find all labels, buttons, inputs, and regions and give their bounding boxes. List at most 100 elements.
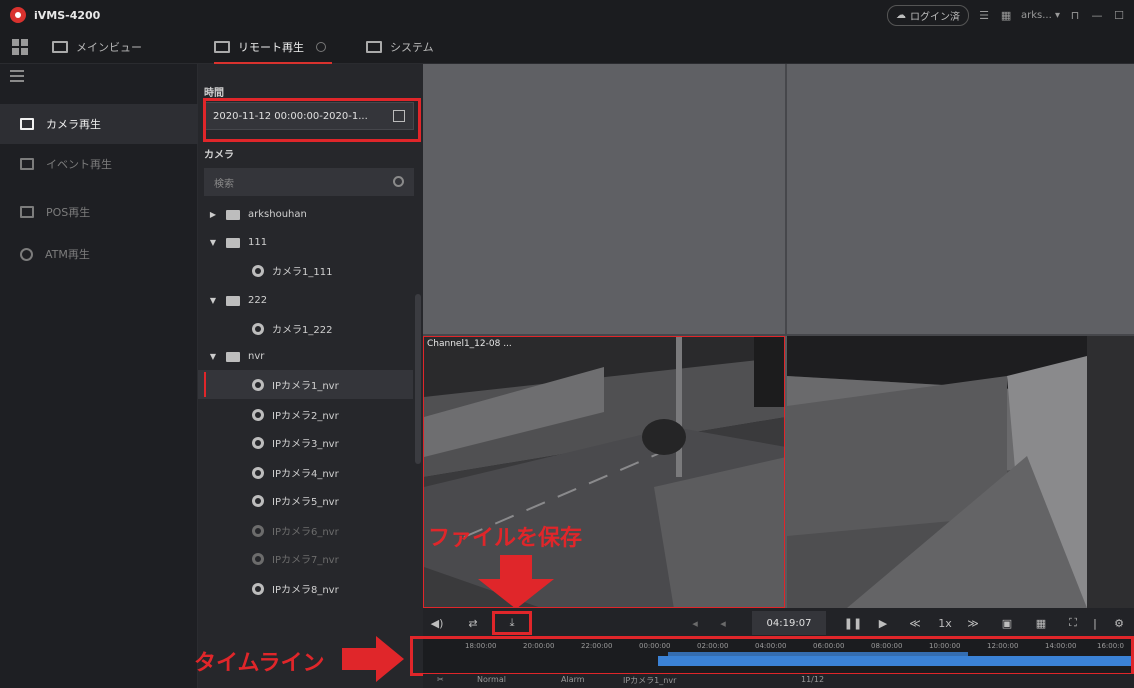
camera1-label: Channel1_12-08 ... (427, 339, 512, 349)
tree-label: IPカメラ2_nvr (272, 411, 339, 422)
tree-camera[interactable]: IPカメラ8_nvr (198, 574, 413, 603)
time-section-label: 時間 (204, 88, 224, 99)
timeline-annotation: タイムライン (194, 651, 325, 676)
caret-down-icon[interactable]: ▼ (208, 296, 218, 305)
adjust-icon[interactable]: ⇄ (466, 616, 480, 630)
tree-camera[interactable]: カメラ1_222 (198, 314, 413, 343)
speed-label: 1x (938, 616, 952, 630)
nav-item-camera-playback[interactable]: カメラ再生 (0, 104, 198, 144)
camera-icon (252, 264, 264, 277)
list-icon[interactable]: ☰ (977, 9, 991, 23)
slow-icon[interactable]: ≪ (908, 616, 922, 630)
tree-camera[interactable]: IPカメラ3_nvr (198, 428, 413, 457)
rewind-icon[interactable]: ◂ (716, 616, 730, 630)
prev-frame-icon[interactable]: ◂ (688, 616, 702, 630)
cut-icon[interactable]: ✂ (437, 675, 444, 684)
tile-divider (785, 64, 787, 336)
caret-down-icon[interactable]: ▼ (208, 238, 218, 247)
playback-icon (214, 41, 230, 53)
play-icon[interactable]: ▶ (876, 616, 890, 630)
video-tile-empty[interactable] (787, 64, 1134, 334)
save-button-highlight (492, 611, 532, 635)
video-tile-camera2[interactable] (787, 336, 1134, 608)
close-tab-icon[interactable] (316, 42, 326, 52)
tab-remote-playback[interactable]: リモート再生 (214, 30, 332, 64)
tree-camera-offline[interactable]: IPカメラ6_nvr (198, 516, 413, 545)
tree-label: nvr (248, 351, 265, 362)
tree-label: IPカメラ8_nvr (272, 585, 339, 596)
tab-system[interactable]: システム (366, 30, 434, 64)
layout-icon[interactable]: ▦ (999, 9, 1013, 23)
tree-label: 222 (248, 295, 268, 306)
search-input[interactable]: 検索 (204, 168, 414, 196)
tree-group-111[interactable]: ▼ 111 (198, 228, 413, 257)
system-icon (366, 41, 382, 53)
tree-label: IPカメラ1_nvr (272, 381, 339, 392)
fast-icon[interactable]: ≫ (966, 616, 980, 630)
menu-toggle-icon[interactable] (10, 70, 24, 82)
tree-camera[interactable]: IPカメラ5_nvr (198, 486, 413, 515)
maximize-button[interactable]: ☐ (1112, 9, 1126, 23)
pause-icon[interactable]: ❚❚ (844, 616, 862, 630)
folder-icon (226, 295, 240, 306)
caret-down-icon[interactable]: ▼ (208, 352, 218, 361)
titlebar-controls: ☁ ログイン済 ☰ ▦ arks... ▾ ⊓ — ☐ (887, 5, 1126, 26)
nav-label: カメラ再生 (46, 118, 101, 131)
tree-label: arkshouhan (248, 209, 307, 220)
tree-group-nvr[interactable]: ▼ nvr (198, 342, 413, 371)
multi-window-icon[interactable]: ▦ (1034, 616, 1048, 630)
legend-alarm: Alarm (561, 675, 585, 684)
timeline-date: 11/12 (801, 675, 825, 684)
pos-icon (20, 206, 34, 218)
volume-icon[interactable]: ◀) (430, 616, 444, 630)
title-bar: iVMS-4200 ☁ ログイン済 ☰ ▦ arks... ▾ ⊓ — ☐ (0, 0, 1134, 30)
tree-camera[interactable]: カメラ1_111 (198, 256, 413, 285)
camera-icon (252, 322, 264, 335)
tree-label: カメラ1_111 (272, 267, 333, 278)
camera-icon (252, 466, 264, 479)
search-icon[interactable] (393, 176, 404, 187)
camera-icon (252, 436, 264, 449)
timeline-legend: ✂ Normal Alarm IPカメラ1_nvr 11/12 (423, 674, 1134, 688)
tree-group-arkshouhan[interactable]: ▶ arkshouhan (198, 200, 413, 229)
camera-icon (252, 378, 264, 391)
caret-right-icon[interactable]: ▶ (208, 210, 218, 219)
panel-scrollbar[interactable] (415, 294, 421, 464)
control-panel-icon[interactable] (12, 39, 28, 55)
tree-camera[interactable]: IPカメラ4_nvr (198, 458, 413, 487)
nav-item-pos-playback[interactable]: POS再生 (0, 192, 198, 232)
save-file-annotation: ファイルを保存 (428, 526, 583, 551)
tree-camera[interactable]: IPカメラ2_nvr (198, 400, 413, 429)
legend-camera: IPカメラ1_nvr (623, 676, 677, 685)
fullscreen-icon[interactable]: ⛶ (1066, 616, 1080, 630)
user-menu[interactable]: arks... ▾ (1021, 10, 1060, 21)
login-status-label: ログイン済 (910, 12, 961, 23)
monitor-icon (52, 41, 68, 53)
tree-group-222[interactable]: ▼ 222 (198, 286, 413, 315)
app-title: iVMS-4200 (34, 8, 101, 22)
cloud-icon: ☁ (896, 10, 907, 21)
tree-label: IPカメラ6_nvr (272, 527, 339, 538)
tab-main-view[interactable]: メインビュー (52, 30, 142, 64)
camera-icon (252, 408, 264, 421)
nav-item-event-playback[interactable]: イベント再生 (0, 144, 198, 184)
playback-time: 04:19:07 (752, 611, 826, 635)
nav-item-atm-playback[interactable]: ATM再生 (0, 234, 198, 274)
minimize-button[interactable]: — (1090, 9, 1104, 23)
tab-label: メインビュー (76, 41, 142, 54)
login-status-button[interactable]: ☁ ログイン済 (887, 5, 970, 26)
video-tile-empty[interactable] (423, 64, 785, 334)
tree-camera-selected[interactable]: IPカメラ1_nvr (198, 370, 413, 399)
tree-label: IPカメラ5_nvr (272, 497, 339, 508)
tree-camera-offline[interactable]: IPカメラ7_nvr (198, 544, 413, 573)
lock-icon[interactable]: ⊓ (1068, 9, 1082, 23)
legend-normal: Normal (477, 675, 506, 684)
arrow-right-annotation (342, 636, 404, 682)
tab-label: システム (390, 41, 434, 54)
layout-split-icon[interactable]: ▣ (1000, 616, 1014, 630)
folder-icon (226, 237, 240, 248)
camera-playback-icon (20, 118, 34, 130)
tree-label: IPカメラ4_nvr (272, 469, 339, 480)
settings-icon[interactable]: ⚙ (1112, 616, 1126, 630)
camera-section-label: カメラ (204, 150, 234, 161)
